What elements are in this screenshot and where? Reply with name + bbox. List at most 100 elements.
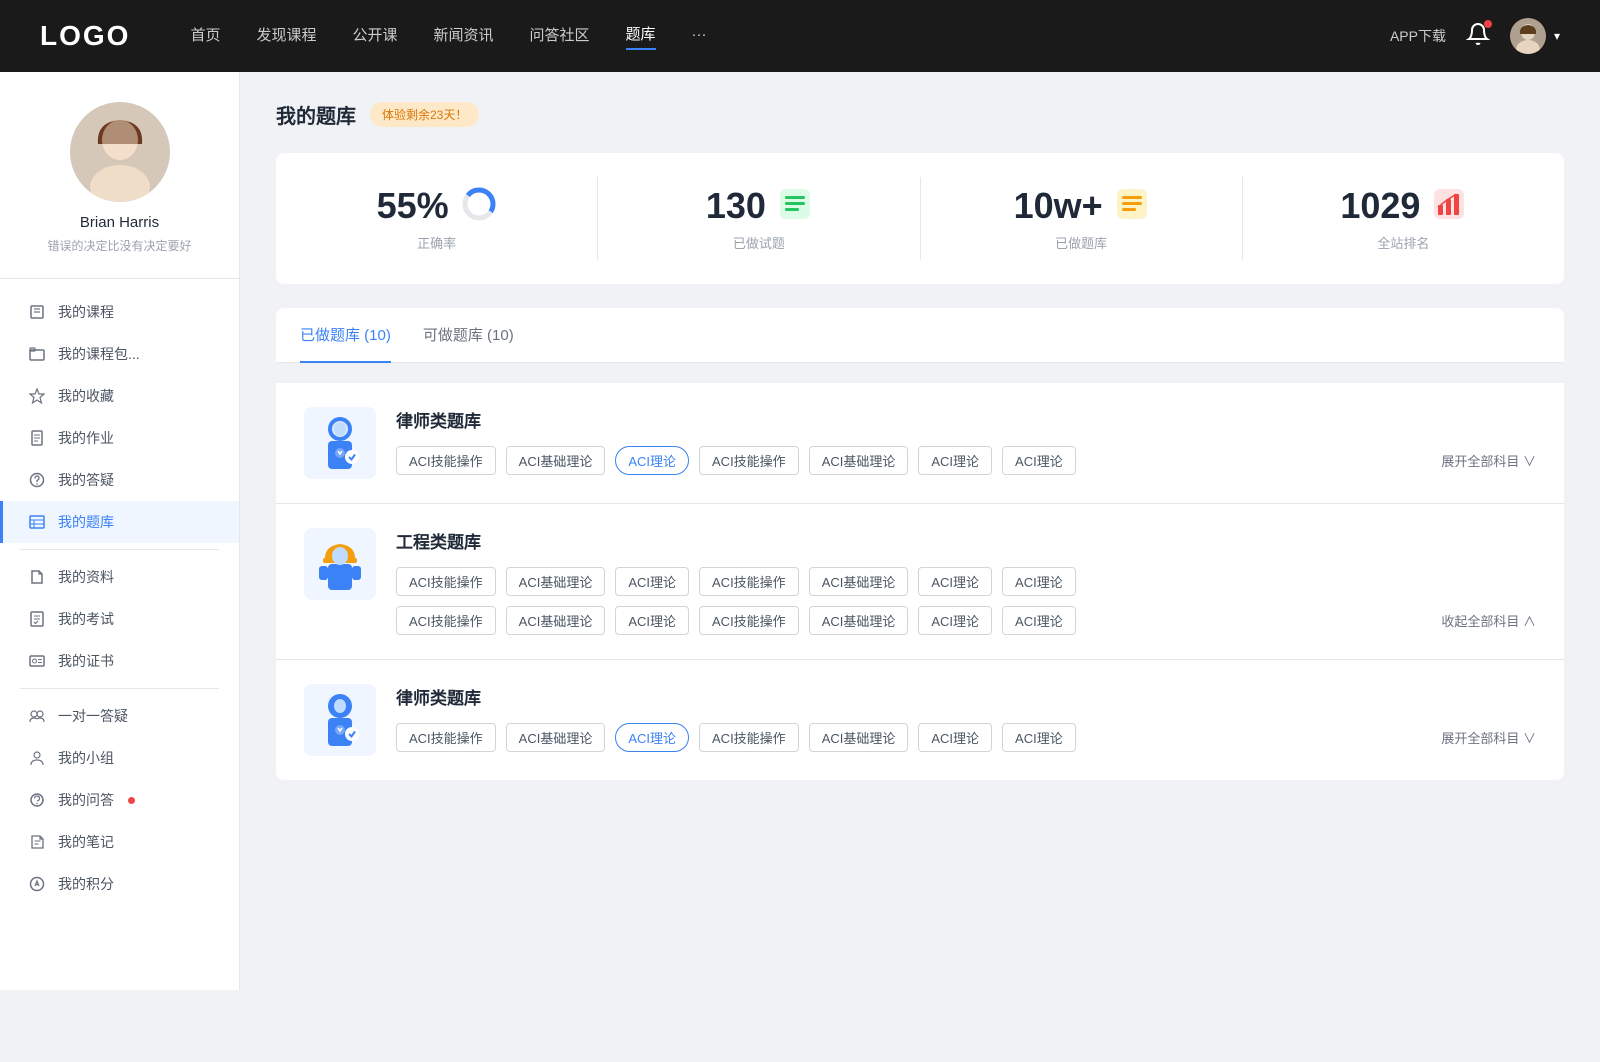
nav-menu: 首页 发现课程 公开课 新闻资讯 问答社区 题库 ··· (190, 23, 1390, 50)
nav-discover[interactable]: 发现课程 (256, 24, 316, 49)
tag-5[interactable]: ACI理论 (918, 446, 992, 475)
qbank-title-engineer: 工程类题库 (396, 528, 1536, 553)
nav-more[interactable]: ··· (692, 26, 707, 47)
eng-tag-0[interactable]: ACI技能操作 (396, 567, 496, 596)
eng-tag-1[interactable]: ACI基础理论 (506, 567, 606, 596)
list-green-icon (778, 187, 812, 226)
eng-tag-5[interactable]: ACI理论 (918, 567, 992, 596)
stat-done-banks-value: 10w+ (1014, 185, 1103, 227)
sidebar-item-cert[interactable]: 我的证书 (0, 640, 239, 682)
nav-opencourse[interactable]: 公开课 (352, 24, 397, 49)
sidebar-label-points: 我的积分 (58, 874, 114, 894)
law2-tag-2-active[interactable]: ACI理论 (615, 723, 689, 752)
tab-available-banks[interactable]: 可做题库 (10) (423, 308, 514, 363)
stats-row: 55% 正确率 130 (276, 153, 1564, 284)
sidebar-item-qa[interactable]: 我的问答 (0, 779, 239, 821)
donut-chart-icon (461, 186, 497, 227)
law2-tag-3[interactable]: ACI技能操作 (699, 723, 799, 752)
eng-tag-4[interactable]: ACI基础理论 (809, 567, 909, 596)
tag-6[interactable]: ACI理论 (1002, 446, 1076, 475)
tag-4[interactable]: ACI基础理论 (809, 446, 909, 475)
sidebar-menu: 我的课程 我的课程包... 我的收藏 (0, 279, 239, 917)
qbank-content-lawyer-2: 律师类题库 ACI技能操作 ACI基础理论 ACI理论 ACI技能操作 ACI基… (396, 684, 1536, 752)
eng-tag-2[interactable]: ACI理论 (615, 567, 689, 596)
sidebar-item-exam[interactable]: 我的考试 (0, 598, 239, 640)
sidebar-item-oneone[interactable]: 一对一答疑 (0, 695, 239, 737)
tab-done-banks[interactable]: 已做题库 (10) (300, 308, 391, 363)
eng-tag-r2-0[interactable]: ACI技能操作 (396, 606, 496, 635)
app-download-btn[interactable]: APP下载 (1390, 26, 1446, 46)
eng-tag-3[interactable]: ACI技能操作 (699, 567, 799, 596)
tag-0[interactable]: ACI技能操作 (396, 446, 496, 475)
sidebar-label-qbank: 我的题库 (58, 512, 114, 532)
sidebar-item-group[interactable]: 我的小组 (0, 737, 239, 779)
sidebar-item-material[interactable]: 我的资料 (0, 556, 239, 598)
navbar-right: APP下载 ▾ (1390, 18, 1560, 54)
course-icon (28, 303, 46, 321)
notification-bell[interactable] (1466, 22, 1490, 51)
eng-tag-6[interactable]: ACI理论 (1002, 567, 1076, 596)
tag-2-active[interactable]: ACI理论 (615, 446, 689, 475)
nav-home[interactable]: 首页 (190, 24, 220, 49)
sidebar-item-note[interactable]: 我的笔记 (0, 821, 239, 863)
tag-1[interactable]: ACI基础理论 (506, 446, 606, 475)
homework-icon (28, 429, 46, 447)
sidebar-item-favorite[interactable]: 我的收藏 (0, 375, 239, 417)
logo[interactable]: LOGO (40, 20, 130, 52)
profile-motto: 错误的决定比没有决定要好 (47, 237, 191, 254)
group-icon (28, 749, 46, 767)
stat-done-questions: 130 已做试题 (598, 177, 920, 260)
law2-tag-6[interactable]: ACI理论 (1002, 723, 1076, 752)
stat-ranking-top: 1029 (1340, 185, 1466, 227)
stat-ranking-label: 全站排名 (1377, 233, 1429, 252)
stat-accuracy-top: 55% (377, 185, 497, 227)
profile-avatar (70, 102, 170, 202)
nav-news[interactable]: 新闻资讯 (434, 24, 494, 49)
nav-qa[interactable]: 问答社区 (530, 24, 590, 49)
tag-3[interactable]: ACI技能操作 (699, 446, 799, 475)
collapse-link-engineer[interactable]: 收起全部科目 ∧ (1441, 611, 1536, 630)
eng-tag-r2-1[interactable]: ACI基础理论 (506, 606, 606, 635)
tags-row-engineer-1: ACI技能操作 ACI基础理论 ACI理论 ACI技能操作 ACI基础理论 AC… (396, 567, 1536, 596)
law2-tag-4[interactable]: ACI基础理论 (809, 723, 909, 752)
chart-red-icon (1432, 187, 1466, 226)
qbank-container: 律师类题库 ACI技能操作 ACI基础理论 ACI理论 ACI技能操作 ACI基… (276, 383, 1564, 780)
sidebar-item-package[interactable]: 我的课程包... (0, 333, 239, 375)
user-avatar-btn[interactable]: ▾ (1510, 18, 1560, 54)
stat-done-questions-top: 130 (706, 185, 812, 227)
qbank-header-lawyer-2: 律师类题库 ACI技能操作 ACI基础理论 ACI理论 ACI技能操作 ACI基… (304, 684, 1536, 756)
tags-row-lawyer-2: ACI技能操作 ACI基础理论 ACI理论 ACI技能操作 ACI基础理论 AC… (396, 723, 1536, 752)
sidebar-label-course: 我的课程 (58, 302, 114, 322)
stat-accuracy-label: 正确率 (417, 233, 456, 252)
eng-tag-r2-4[interactable]: ACI基础理论 (809, 606, 909, 635)
question-icon (28, 471, 46, 489)
sidebar-item-myqa[interactable]: 我的答疑 (0, 459, 239, 501)
expand-link-lawyer-2[interactable]: 展开全部科目 ∨ (1441, 728, 1536, 747)
law2-tag-0[interactable]: ACI技能操作 (396, 723, 496, 752)
sidebar-label-note: 我的笔记 (58, 832, 114, 852)
law2-tag-1[interactable]: ACI基础理论 (506, 723, 606, 752)
note-icon (28, 833, 46, 851)
sidebar-item-qbank[interactable]: 我的题库 (0, 501, 239, 543)
sidebar-label-group: 我的小组 (58, 748, 114, 768)
eng-tag-r2-5[interactable]: ACI理论 (918, 606, 992, 635)
qbank-header-engineer: 工程类题库 ACI技能操作 ACI基础理论 ACI理论 ACI技能操作 ACI基… (304, 528, 1536, 635)
main-content: 我的题库 体验剩余23天！ 55% 正确率 (240, 72, 1600, 990)
eng-tag-r2-6[interactable]: ACI理论 (1002, 606, 1076, 635)
eng-tag-r2-2[interactable]: ACI理论 (615, 606, 689, 635)
expand-link-lawyer-1[interactable]: 展开全部科目 ∨ (1441, 451, 1536, 470)
qbank-header-lawyer-1: 律师类题库 ACI技能操作 ACI基础理论 ACI理论 ACI技能操作 ACI基… (304, 407, 1536, 479)
sidebar-label-homework: 我的作业 (58, 428, 114, 448)
nav-qbank[interactable]: 题库 (626, 23, 656, 50)
qbank-item-lawyer-1: 律师类题库 ACI技能操作 ACI基础理论 ACI理论 ACI技能操作 ACI基… (276, 383, 1564, 504)
sidebar-item-homework[interactable]: 我的作业 (0, 417, 239, 459)
sidebar-item-points[interactable]: 我的积分 (0, 863, 239, 905)
eng-tag-r2-3[interactable]: ACI技能操作 (699, 606, 799, 635)
sidebar-label-myqa: 我的答疑 (58, 470, 114, 490)
lawyer-icon-wrap-2 (304, 684, 376, 756)
qbank-item-engineer: 工程类题库 ACI技能操作 ACI基础理论 ACI理论 ACI技能操作 ACI基… (276, 504, 1564, 660)
qa-badge (128, 797, 135, 804)
sidebar-item-course[interactable]: 我的课程 (0, 291, 239, 333)
sidebar-divider-2 (20, 688, 219, 689)
law2-tag-5[interactable]: ACI理论 (918, 723, 992, 752)
